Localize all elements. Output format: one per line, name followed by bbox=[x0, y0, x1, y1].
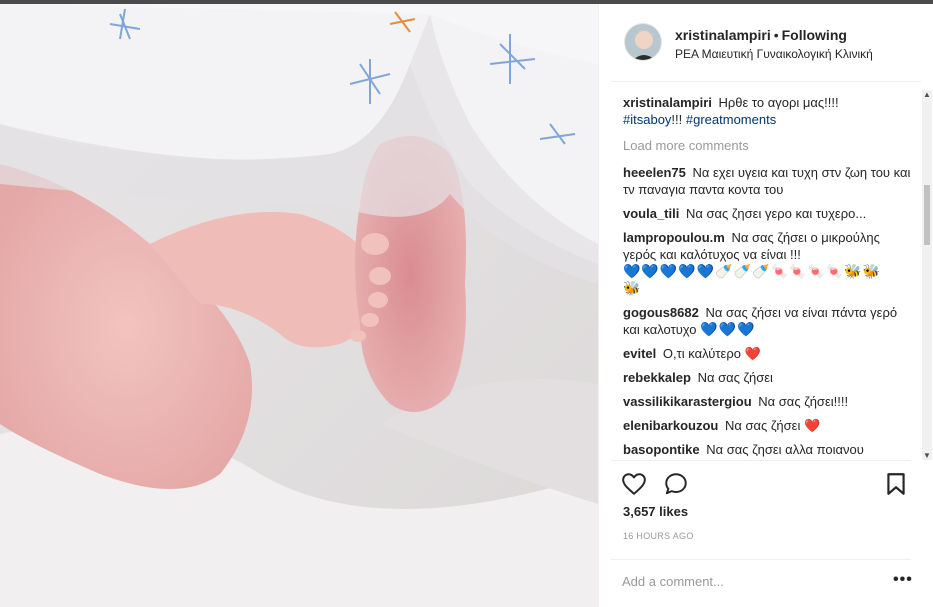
comment-text: Να σας ζήσει bbox=[697, 370, 773, 385]
comment-username[interactable]: evitel bbox=[623, 346, 656, 361]
scroll-up-icon[interactable]: ▲ bbox=[923, 90, 931, 99]
comments-list: xristinalampiri Ηρθε το αγορι μας!!!! #i… bbox=[611, 94, 911, 458]
list-item: basopontike Να σας ζησει αλλα ποιανου bbox=[611, 441, 911, 458]
list-item: lampropoulou.m Να σας ζήσει ο μικρούλης … bbox=[611, 229, 911, 304]
list-item: vassilikikarastergiou Να σας ζήσει!!!! bbox=[611, 393, 911, 417]
more-dots-icon[interactable]: ••• bbox=[893, 572, 913, 588]
comment-text: Να σας ζήσει bbox=[724, 418, 801, 433]
comment-text: Ο,τι καλύτερο bbox=[662, 346, 741, 361]
list-item: evitel Ο,τι καλύτερο ❤️ bbox=[611, 345, 911, 369]
list-item: heeelen75 Να εχει υγεια και τυχη στν ζωη… bbox=[611, 164, 911, 205]
add-comment-bar: ••• bbox=[611, 559, 913, 605]
post-details-panel: xristinalampiri • Following ΡΕΑ Μαιευτική … bbox=[598, 4, 933, 607]
user-line: xristinalampiri • Following bbox=[675, 27, 847, 43]
comment-username[interactable]: voula_tili bbox=[623, 206, 679, 221]
avatar[interactable] bbox=[624, 23, 662, 61]
likes-count[interactable]: 3,657 likes bbox=[623, 504, 688, 519]
blue-heart-emoji: 💙💙💙💙💙 bbox=[623, 263, 716, 279]
red-heart-emoji: ❤️ bbox=[744, 346, 761, 361]
bee-emoji: 🐝 bbox=[623, 280, 642, 296]
post-username[interactable]: xristinalampiri bbox=[675, 27, 771, 43]
comment-text: Να σας ζησει γερο και τυχερο... bbox=[685, 206, 867, 221]
blue-heart-emoji: 💙💙💙 bbox=[700, 321, 756, 337]
scroll-down-icon[interactable]: ▼ bbox=[923, 451, 931, 460]
list-item: gogous8682 Να σας ζήσει να είναι πάντα γ… bbox=[611, 304, 911, 345]
bookmark-icon[interactable] bbox=[883, 471, 909, 497]
comment-username[interactable]: basopontike bbox=[623, 442, 700, 457]
bee-emoji: 🐝🐝 bbox=[844, 263, 882, 279]
heart-icon[interactable] bbox=[621, 471, 647, 497]
candy-emoji: 🍬🍬🍬🍬 bbox=[770, 263, 845, 279]
red-heart-emoji: ❤️ bbox=[803, 418, 821, 433]
post-timestamp[interactable]: 16 HOURS AGO bbox=[623, 531, 694, 541]
post-photo[interactable] bbox=[0, 4, 598, 607]
following-button[interactable]: Following bbox=[782, 27, 847, 43]
emoji-row: 💙💙💙💙💙🍼🍼🍼🍬🍬🍬🍬🐝🐝 bbox=[623, 263, 881, 280]
add-comment-input[interactable] bbox=[622, 571, 872, 591]
comments-scrollbar[interactable]: ▲ ▼ bbox=[922, 90, 932, 460]
action-bar bbox=[611, 460, 911, 504]
comment-username[interactable]: elenibarkouzou bbox=[623, 418, 718, 433]
caption-exclaim: !!! bbox=[671, 112, 683, 127]
caption-text: Ηρθε το αγορι μας!!!! bbox=[718, 95, 839, 110]
separator-dot: • bbox=[773, 27, 779, 43]
comment-username[interactable]: gogous8682 bbox=[623, 305, 699, 320]
list-item: elenibarkouzou Να σας ζήσει ❤️ bbox=[611, 417, 911, 441]
post-location[interactable]: ΡΕΑ Μαιευτική Γυναικολογική Κλινική bbox=[675, 47, 873, 61]
comment-username[interactable]: lampropoulou.m bbox=[623, 230, 725, 245]
avatar-image bbox=[625, 24, 661, 60]
hashtag-link[interactable]: #itsaboy bbox=[623, 112, 671, 127]
comment-username[interactable]: vassilikikarastergiou bbox=[623, 394, 752, 409]
list-item: voula_tili Να σας ζησει γερο και τυχερο.… bbox=[611, 205, 911, 229]
scrollbar-thumb[interactable] bbox=[924, 185, 930, 245]
caption: xristinalampiri Ηρθε το αγορι μας!!!! #i… bbox=[611, 94, 911, 135]
comment-bubble-icon[interactable] bbox=[663, 471, 689, 497]
post-header: xristinalampiri • Following ΡΕΑ Μαιευτική … bbox=[611, 4, 921, 82]
baby-bottle-emoji: 🍼🍼🍼 bbox=[715, 263, 771, 279]
load-more-comments-link[interactable]: Load more comments bbox=[611, 135, 911, 164]
hashtag-link[interactable]: #greatmoments bbox=[686, 112, 776, 127]
comment-text: Να σας ζησει αλλα ποιανου bbox=[706, 442, 864, 457]
caption-username[interactable]: xristinalampiri bbox=[623, 95, 712, 110]
comment-username[interactable]: heeelen75 bbox=[623, 165, 686, 180]
list-item: rebekkalep Να σας ζήσει bbox=[611, 369, 911, 393]
comment-username[interactable]: rebekkalep bbox=[623, 370, 691, 385]
baby-feet-photo bbox=[0, 4, 598, 607]
comment-text: Να σας ζήσει!!!! bbox=[758, 394, 849, 409]
